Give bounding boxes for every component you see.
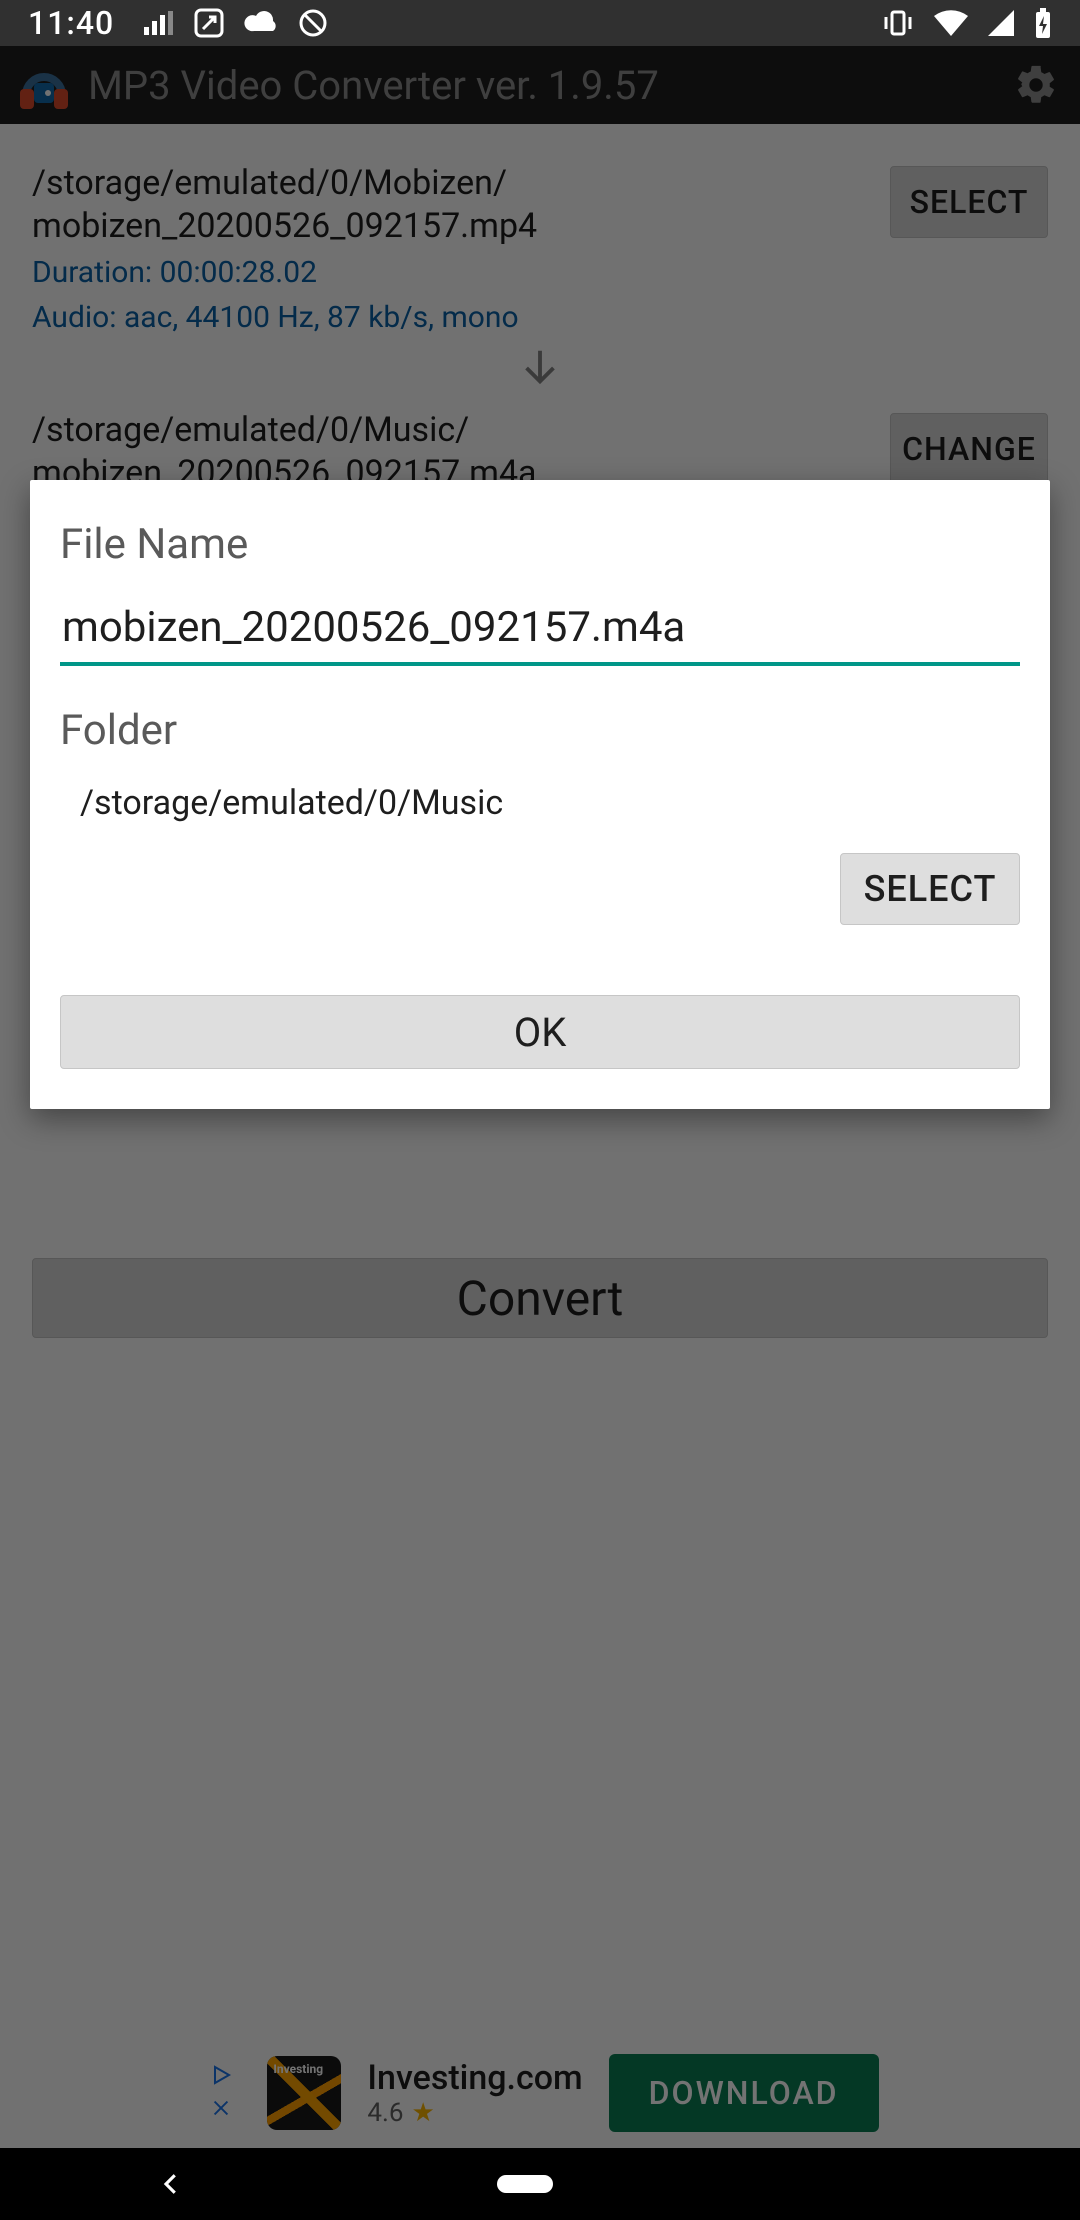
- cell-signal-icon: [988, 10, 1014, 36]
- ok-button[interactable]: OK: [60, 995, 1020, 1069]
- folder-label: Folder: [60, 706, 1020, 755]
- navigation-bar: [0, 2148, 1080, 2220]
- vibrate-icon: [882, 9, 914, 37]
- folder-path: /storage/emulated/0/Music: [80, 783, 1020, 823]
- nav-home-button[interactable]: [497, 2175, 553, 2193]
- select-folder-button[interactable]: SELECT: [840, 853, 1020, 925]
- filename-input[interactable]: [60, 597, 1020, 666]
- file-name-dialog: File Name Folder /storage/emulated/0/Mus…: [30, 480, 1050, 1109]
- wifi-icon: [934, 10, 968, 36]
- app-square-icon: [194, 8, 224, 38]
- filename-label: File Name: [60, 520, 1020, 569]
- battery-charging-icon: [1034, 8, 1052, 38]
- nav-recents-button[interactable]: [864, 2169, 924, 2199]
- status-time: 11:40: [28, 4, 114, 42]
- dnd-icon: [298, 8, 328, 38]
- signal-bars-icon: [144, 11, 174, 35]
- status-bar: 11:40: [0, 0, 1080, 46]
- nav-back-button[interactable]: [156, 2169, 186, 2199]
- cloud-icon: [244, 11, 278, 35]
